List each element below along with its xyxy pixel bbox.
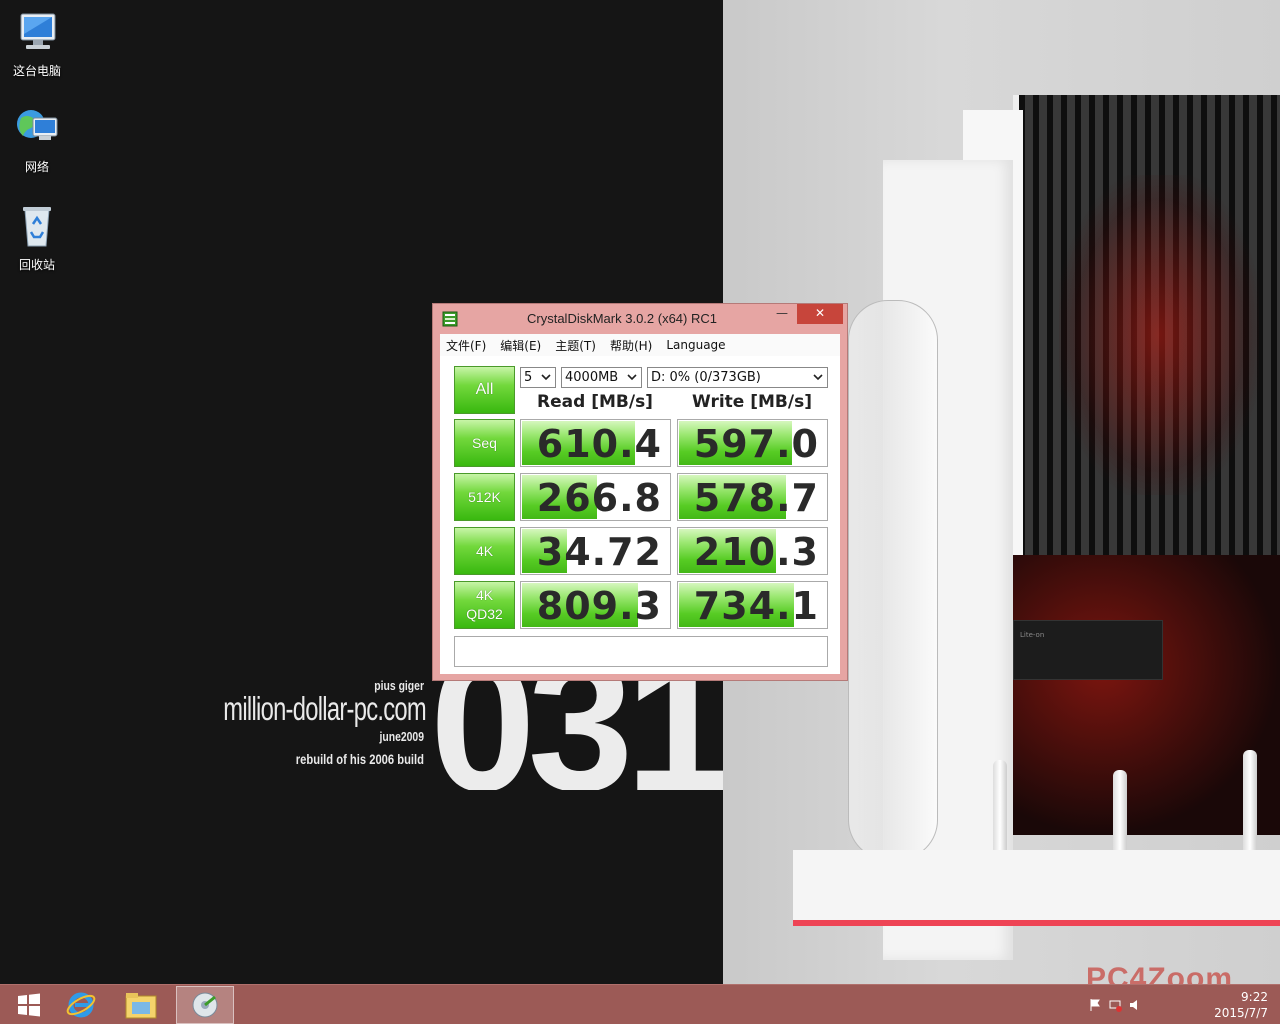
test-count-select[interactable]: 5 bbox=[520, 367, 556, 388]
menu-help[interactable]: 帮助(H) bbox=[610, 337, 652, 354]
window-titlebar[interactable]: CrystalDiskMark 3.0.2 (x64) RC1 — ✕ bbox=[433, 304, 847, 334]
computer-icon bbox=[20, 13, 56, 49]
write-result-0: 597.0 bbox=[677, 419, 828, 467]
write-value: 578.7 bbox=[693, 476, 819, 520]
all-button[interactable]: All bbox=[454, 366, 515, 414]
clock-time: 9:22 bbox=[1241, 990, 1268, 1004]
read-value: 809.3 bbox=[536, 584, 662, 628]
menu-edit[interactable]: 编辑(E) bbox=[500, 337, 541, 354]
desktop-icon-this-pc[interactable]: 这台电脑 bbox=[4, 8, 70, 79]
clock[interactable]: 9:22 2015/7/7 bbox=[1198, 989, 1268, 1021]
write-value: 597.0 bbox=[693, 422, 819, 466]
window-client: All 5 4000MB D: 0% (0/373GB) Read [MB/s]… bbox=[440, 356, 840, 674]
drive-value: D: 0% (0/373GB) bbox=[651, 370, 761, 385]
read-value: 34.72 bbox=[536, 530, 662, 574]
window-title: CrystalDiskMark 3.0.2 (x64) RC1 bbox=[527, 311, 717, 326]
menu-file[interactable]: 文件(F) bbox=[446, 337, 486, 354]
volume-icon[interactable] bbox=[1128, 998, 1142, 1012]
menu-language[interactable]: Language bbox=[666, 338, 725, 352]
taskbar: 9:22 2015/7/7 bbox=[0, 984, 1280, 1024]
wallpaper-optical-drive: Lite-on bbox=[1013, 620, 1163, 680]
network-icon bbox=[17, 110, 58, 140]
test-count-value: 5 bbox=[524, 370, 533, 385]
internet-explorer-icon bbox=[66, 992, 96, 1018]
wallpaper-date: june2009 bbox=[379, 729, 424, 744]
desktop-icon-label: 这台电脑 bbox=[12, 64, 61, 78]
menu-theme[interactable]: 主题(T) bbox=[555, 337, 596, 354]
row-button-label: 4K bbox=[475, 587, 494, 603]
row-button-label: Seq bbox=[472, 435, 497, 451]
read-result-0: 610.4 bbox=[520, 419, 671, 467]
drive-select[interactable]: D: 0% (0/373GB) bbox=[647, 367, 828, 388]
row-button-seq[interactable]: Seq bbox=[454, 419, 515, 467]
system-tray: 9:22 2015/7/7 bbox=[1080, 985, 1280, 1024]
crystaldiskmark-icon bbox=[192, 992, 218, 1018]
wallpaper-case-frame bbox=[1013, 95, 1280, 555]
wallpaper-base bbox=[793, 850, 1280, 920]
write-header: Write [MB/s] bbox=[692, 392, 812, 412]
read-value: 266.8 bbox=[536, 476, 662, 520]
desktop-icon-network[interactable]: 网络 bbox=[4, 104, 70, 175]
chevron-down-icon bbox=[627, 374, 637, 381]
taskbar-ie[interactable] bbox=[52, 986, 110, 1024]
desktop-icon-label: 网络 bbox=[24, 160, 49, 174]
read-header: Read [MB/s] bbox=[537, 392, 653, 412]
desktop-icon-label: 回收站 bbox=[18, 258, 55, 272]
taskbar-crystaldiskmark[interactable] bbox=[176, 986, 234, 1024]
test-size-select[interactable]: 4000MB bbox=[561, 367, 642, 388]
read-result-2: 34.72 bbox=[520, 527, 671, 575]
wallpaper-site: million-dollar-pc.com bbox=[223, 690, 426, 727]
wallpaper-subtitle: rebuild of his 2006 build bbox=[295, 751, 424, 767]
chevron-down-icon bbox=[813, 374, 823, 381]
start-icon bbox=[18, 993, 40, 1017]
menu-bar: 文件(F) 编辑(E) 主题(T) 帮助(H) Language bbox=[440, 334, 840, 356]
wallpaper-leg bbox=[1243, 750, 1257, 860]
row-button-4k-qd32[interactable]: 4K QD32 bbox=[454, 581, 515, 629]
drive-brand-label: Lite-on bbox=[1020, 631, 1045, 639]
read-value: 610.4 bbox=[536, 422, 662, 466]
row-button-4k[interactable]: 4K bbox=[454, 527, 515, 575]
write-result-1: 578.7 bbox=[677, 473, 828, 521]
write-result-2: 210.3 bbox=[677, 527, 828, 575]
read-result-1: 266.8 bbox=[520, 473, 671, 521]
maximize-button bbox=[772, 304, 796, 324]
clock-date: 2015/7/7 bbox=[1214, 1006, 1268, 1020]
flag-icon[interactable] bbox=[1088, 998, 1102, 1012]
close-button[interactable]: ✕ bbox=[797, 304, 843, 324]
network-status-icon[interactable] bbox=[1108, 998, 1122, 1012]
status-bar bbox=[454, 636, 828, 667]
chevron-down-icon bbox=[541, 374, 551, 381]
row-button-label: 4K bbox=[475, 543, 494, 559]
row-button-label: QD32 bbox=[466, 606, 503, 622]
taskbar-file-explorer[interactable] bbox=[112, 986, 170, 1024]
write-value: 210.3 bbox=[693, 530, 819, 574]
row-button-label: 512K bbox=[468, 489, 501, 505]
recycle-bin-icon bbox=[23, 207, 51, 247]
write-value: 734.1 bbox=[693, 584, 819, 628]
crystaldiskmark-window: CrystalDiskMark 3.0.2 (x64) RC1 — ✕ 文件(F… bbox=[432, 303, 848, 681]
desktop-icon-recycle-bin[interactable]: 回收站 bbox=[4, 202, 70, 273]
wallpaper-shelf bbox=[983, 555, 1280, 835]
start-button[interactable] bbox=[0, 986, 58, 1024]
read-result-3: 809.3 bbox=[520, 581, 671, 629]
file-explorer-icon bbox=[125, 993, 157, 1019]
write-result-3: 734.1 bbox=[677, 581, 828, 629]
test-size-value: 4000MB bbox=[565, 370, 619, 385]
wallpaper-reservoir-tube bbox=[848, 300, 938, 860]
row-button-512k[interactable]: 512K bbox=[454, 473, 515, 521]
